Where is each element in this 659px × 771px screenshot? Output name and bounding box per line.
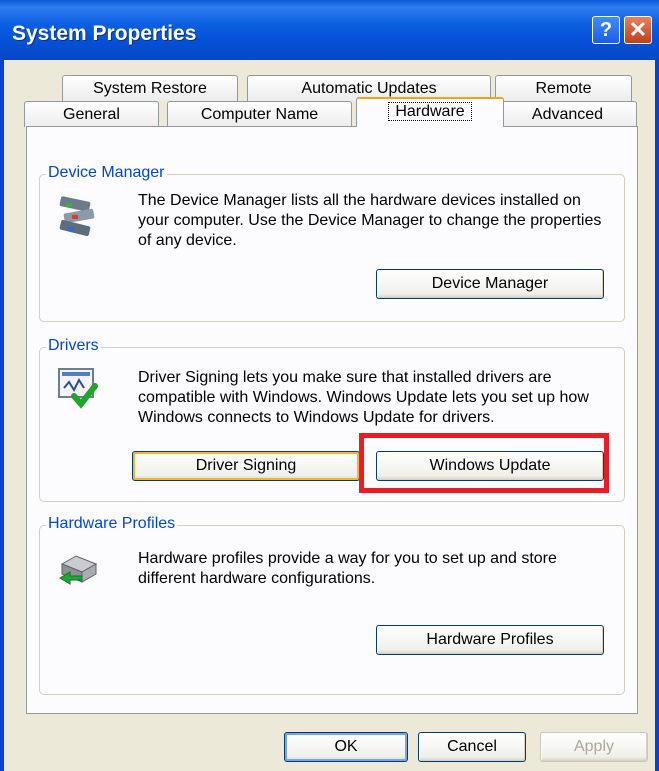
apply-button[interactable]: Apply [540, 732, 648, 762]
device-manager-icon [56, 195, 100, 248]
driver-signing-icon [56, 366, 100, 415]
help-button[interactable]: ? [592, 16, 620, 44]
driver-signing-button[interactable]: Driver Signing [132, 451, 360, 481]
tab-hardware[interactable]: Hardware [356, 97, 504, 127]
device-manager-description: The Device Manager lists all the hardwar… [138, 192, 602, 249]
tab-general[interactable]: General [24, 101, 159, 127]
cancel-button[interactable]: Cancel [418, 732, 526, 762]
device-manager-button[interactable]: Device Manager [376, 269, 604, 299]
hardware-profiles-icon [56, 548, 100, 593]
hardware-profiles-description: Hardware profiles provide a way for you … [138, 550, 557, 587]
window-title: System Properties [12, 22, 197, 45]
hardware-profiles-group: Hardware Profiles Hardware profiles prov… [39, 515, 625, 695]
tab-computer-name[interactable]: Computer Name [167, 101, 352, 127]
hardware-panel: Device Manager The Device Manager lists … [26, 126, 638, 714]
title-bar[interactable]: System Properties ? ✕ [0, 0, 659, 60]
tab-system-restore[interactable]: System Restore [62, 75, 238, 101]
drivers-description: Driver Signing lets you make sure that i… [138, 369, 589, 426]
hardware-profiles-button[interactable]: Hardware Profiles [376, 625, 604, 655]
tab-remote[interactable]: Remote [495, 75, 632, 101]
highlight-box [359, 433, 609, 493]
drivers-legend: Drivers [46, 337, 101, 355]
system-properties-window: System Properties ? ✕ System Restore Aut… [0, 0, 659, 771]
ok-button[interactable]: OK [284, 732, 408, 762]
device-manager-group: Device Manager The Device Manager lists … [39, 164, 625, 322]
tab-hardware-label: Hardware [388, 102, 472, 121]
device-manager-legend: Device Manager [46, 164, 167, 182]
hardware-profiles-legend: Hardware Profiles [46, 515, 178, 533]
tab-advanced[interactable]: Advanced [498, 101, 637, 127]
close-button[interactable]: ✕ [624, 16, 652, 44]
